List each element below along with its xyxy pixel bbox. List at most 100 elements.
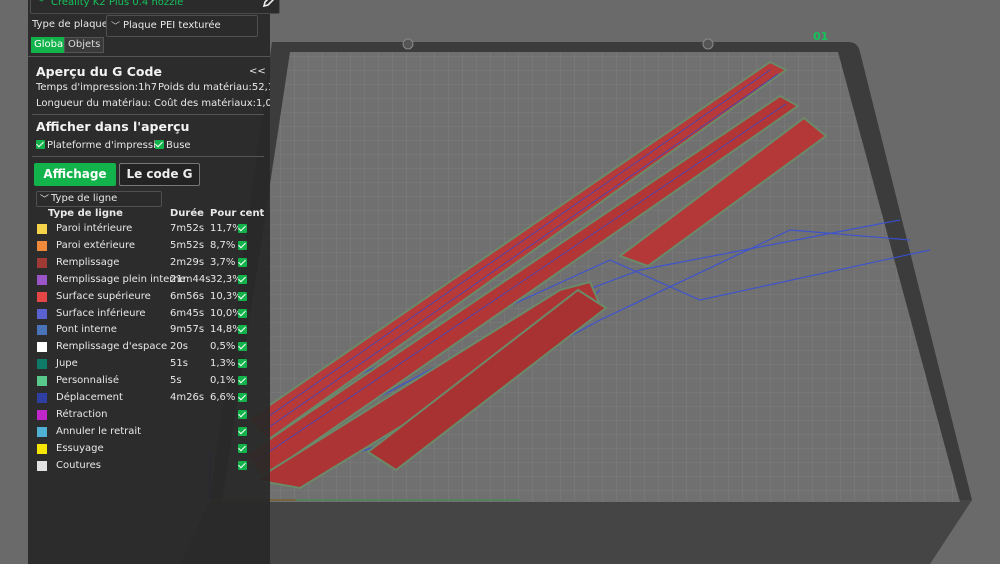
visibility-checkbox[interactable] xyxy=(238,325,249,336)
visibility-checkbox[interactable] xyxy=(238,426,249,438)
visibility-checkbox[interactable] xyxy=(238,443,249,455)
plate-type-value: Plaque PEI texturée xyxy=(123,20,221,31)
legend-row[interactable]: Rétraction xyxy=(28,407,270,424)
visibility-checkbox[interactable] xyxy=(238,274,249,286)
legend-row[interactable]: Surface supérieure 6m56s 10,3% xyxy=(28,289,270,306)
plate-number: 01 xyxy=(813,30,828,43)
legend-row[interactable]: Jupe 51s 1,3% xyxy=(28,356,270,373)
legend-row[interactable]: Surface inférieure 6m45s 10,0% xyxy=(28,306,270,323)
checkbox-checked-icon xyxy=(238,325,247,335)
preview-view-button[interactable]: Affichage des xyxy=(34,163,116,186)
visibility-checkbox[interactable] xyxy=(238,308,249,320)
checkbox-checked-icon xyxy=(155,140,164,149)
divider xyxy=(28,56,270,57)
visibility-checkbox[interactable] xyxy=(238,342,249,353)
color-swatch xyxy=(37,409,47,420)
color-swatch xyxy=(37,257,47,268)
line-type-name: Essuyage xyxy=(56,442,104,454)
color-swatch xyxy=(37,426,47,437)
line-type-duration: 21m44s xyxy=(170,273,211,285)
color-swatch xyxy=(37,291,47,302)
legend-row[interactable]: Remplissage 2m29s 3,7% xyxy=(28,255,270,272)
pencil-icon xyxy=(262,0,275,8)
color-swatch xyxy=(37,240,47,251)
checkbox-checked-icon xyxy=(36,140,45,149)
line-type-duration: 9m57s xyxy=(170,324,205,336)
legend-row[interactable]: Remplissage d'espace 20s 0,5% xyxy=(28,339,270,356)
legend-row[interactable]: Paroi intérieure 7m52s 11,7% xyxy=(28,221,270,238)
printer-selector[interactable]: ﹀ Creality K2 Plus 0.4 nozzle xyxy=(30,0,280,14)
material-weight: Poids du matériau:52,1 xyxy=(158,82,270,93)
visibility-checkbox[interactable] xyxy=(238,291,249,303)
gcode-preview-panel: ﹀ Creality K2 Plus 0.4 nozzle Type de pl… xyxy=(28,0,280,564)
color-swatch xyxy=(37,443,47,454)
chevron-down-icon: ﹀ xyxy=(37,0,47,9)
line-type-name: Surface inférieure xyxy=(56,307,146,319)
printer-name: Creality K2 Plus 0.4 nozzle xyxy=(51,0,184,8)
gcode-preview-title: Aperçu du G Code xyxy=(36,64,162,79)
line-type-name: Surface supérieure xyxy=(56,290,151,302)
checkbox-checked-icon xyxy=(238,240,247,250)
line-type-percent: 6,6% xyxy=(210,392,236,403)
platform-checkbox[interactable]: Plateforme d'impression xyxy=(36,140,160,151)
legend-row[interactable]: Coutures xyxy=(28,458,270,475)
line-type-name: Remplissage plein interne xyxy=(56,273,186,285)
chevron-down-icon: ﹀ xyxy=(111,22,121,32)
checkbox-checked-icon xyxy=(238,460,247,470)
legend-header-duration: Durée xyxy=(170,208,204,219)
tab-objects[interactable]: Objets xyxy=(64,37,105,53)
material-length: Longueur du matériau:17,6m xyxy=(36,98,152,109)
legend-row[interactable]: Annuler le retrait xyxy=(28,424,270,441)
color-swatch xyxy=(37,342,47,353)
visibility-checkbox[interactable] xyxy=(238,409,249,421)
edit-printer-button[interactable] xyxy=(259,0,281,11)
build-plate-front xyxy=(180,500,972,564)
legend-row[interactable]: Paroi extérieure 5m52s 8,7% xyxy=(28,238,270,255)
line-type-percent: 1,3% xyxy=(210,358,236,370)
visibility-checkbox[interactable] xyxy=(238,376,249,387)
legend-row[interactable]: Personnalisé 5s 0,1% xyxy=(28,373,270,390)
checkbox-checked-icon xyxy=(238,274,247,284)
legend-row[interactable]: Déplacement 4m26s 6,6% xyxy=(28,390,270,407)
checkbox-checked-icon xyxy=(238,308,247,318)
collapse-button[interactable]: << xyxy=(249,66,266,77)
line-type-name: Rétraction xyxy=(56,408,108,420)
visibility-checkbox[interactable] xyxy=(238,359,249,370)
line-type-dropdown-value: Type de ligne xyxy=(51,193,118,204)
line-type-name: Remplissage xyxy=(56,256,120,268)
color-swatch xyxy=(37,393,47,403)
line-type-percent: 0,5% xyxy=(210,341,236,353)
visibility-checkbox[interactable] xyxy=(238,257,249,269)
line-type-duration: 5s xyxy=(170,375,182,387)
legend-row[interactable]: Essuyage xyxy=(28,441,270,458)
nozzle-checkbox[interactable]: Buse xyxy=(155,140,191,151)
line-type-duration: 5m52s xyxy=(170,239,205,251)
line-type-percent: 8,7% xyxy=(210,239,236,251)
plate-type-label: Type de plaque xyxy=(32,19,108,30)
line-type-dropdown[interactable]: ﹀ Type de ligne xyxy=(36,191,162,207)
plate-type-dropdown[interactable]: ﹀ Plaque PEI texturée xyxy=(106,15,258,37)
visibility-checkbox[interactable] xyxy=(238,224,249,235)
legend-header: Type de ligne Durée Pour cent xyxy=(28,207,270,221)
line-type-name: Paroi extérieure xyxy=(56,239,136,251)
checkbox-checked-icon xyxy=(238,359,247,369)
legend-row[interactable]: Remplissage plein interne 21m44s 32,3% xyxy=(28,272,270,289)
checkbox-checked-icon xyxy=(238,224,247,233)
divider xyxy=(32,156,264,157)
color-swatch xyxy=(37,460,47,471)
legend-header-percent: Pour cent xyxy=(210,208,265,219)
print-time: Temps d'impression:1h7m xyxy=(36,82,156,93)
divider xyxy=(32,114,264,115)
checkbox-checked-icon xyxy=(238,291,247,301)
visibility-checkbox[interactable] xyxy=(238,460,249,472)
plate-notch-icon xyxy=(702,38,714,50)
visibility-checkbox[interactable] xyxy=(238,240,249,252)
checkbox-checked-icon xyxy=(238,426,247,436)
visibility-checkbox[interactable] xyxy=(238,393,249,404)
line-type-duration: 6m56s xyxy=(170,290,205,302)
line-type-percent: 14,8% xyxy=(210,324,242,336)
line-type-duration: 2m29s xyxy=(170,256,205,268)
platform-label: Plateforme d'impression xyxy=(47,140,160,151)
legend-row[interactable]: Pont interne 9m57s 14,8% xyxy=(28,322,270,339)
gcode-view-button[interactable]: Le code G xyxy=(119,163,200,186)
